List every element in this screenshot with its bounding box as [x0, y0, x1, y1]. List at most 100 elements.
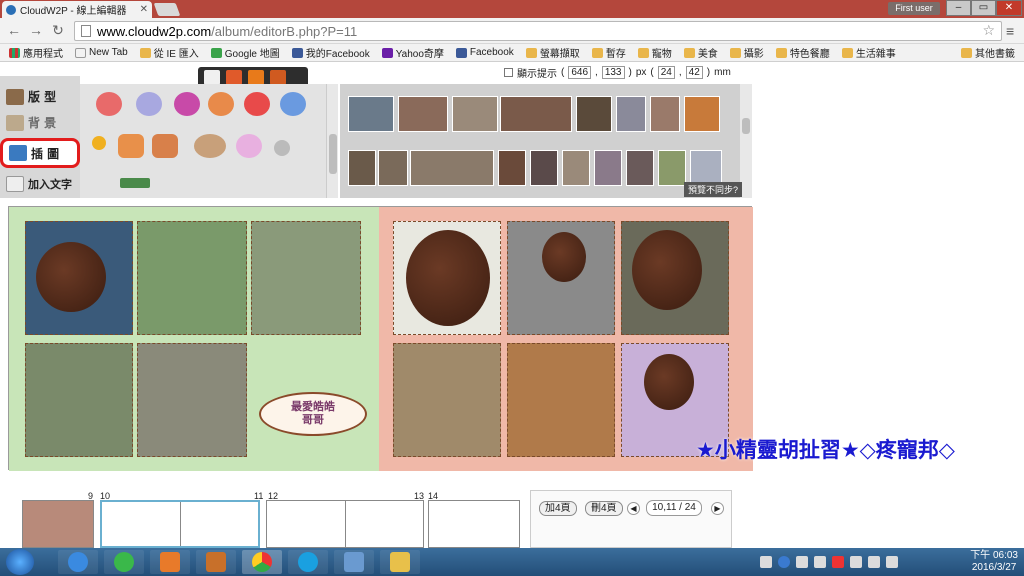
photo-thumbnail[interactable] — [594, 150, 622, 186]
new-tab-button[interactable] — [153, 3, 181, 16]
photo-thumbnail[interactable] — [626, 150, 654, 186]
size-w-field[interactable]: 24 — [657, 66, 675, 79]
sticker-icon[interactable] — [274, 140, 290, 156]
bookmark-item[interactable]: Facebook — [451, 47, 519, 58]
sticker-icon[interactable] — [280, 92, 306, 116]
menu-layout[interactable]: 版 型 — [6, 88, 56, 105]
photo-slot[interactable] — [507, 343, 615, 457]
taskbar-app[interactable] — [288, 550, 328, 574]
profile-button[interactable]: First user — [888, 2, 940, 15]
tray-icon[interactable] — [832, 556, 844, 568]
photo-slot[interactable] — [137, 343, 247, 457]
photo-slot[interactable] — [621, 221, 729, 335]
prev-page-icon[interactable]: ◀ — [627, 502, 640, 515]
bookmark-item[interactable]: 應用程式 — [4, 45, 68, 60]
sticker-icon[interactable] — [96, 92, 122, 116]
photo-thumbnail[interactable] — [398, 96, 448, 132]
sticker-icon[interactable] — [244, 92, 270, 116]
delete-pages-button[interactable]: 刪4頁 — [585, 501, 623, 516]
taskbar-app[interactable] — [58, 550, 98, 574]
bookmark-item[interactable]: New Tab — [70, 47, 133, 58]
taskbar-app[interactable] — [104, 550, 144, 574]
photo-thumbnail[interactable] — [576, 96, 612, 132]
taskbar-clock[interactable]: 下午 06:03 2016/3/27 — [970, 550, 1018, 574]
image-icon[interactable] — [270, 69, 286, 85]
size-h-field[interactable]: 42 — [685, 66, 703, 79]
flag-icon[interactable] — [850, 556, 862, 568]
page-thumbnail-current[interactable] — [100, 500, 260, 548]
sticker-icon[interactable] — [194, 134, 226, 158]
page-thumbnail[interactable] — [266, 500, 424, 548]
taskbar-app[interactable] — [334, 550, 374, 574]
photo-thumbnail[interactable] — [410, 150, 494, 186]
photo-slot[interactable] — [25, 343, 133, 457]
maximize-button[interactable]: ▭ — [971, 0, 996, 16]
menu-add-text[interactable]: 加入文字 — [6, 176, 72, 192]
page-icon[interactable] — [248, 69, 264, 85]
page-thumbnail[interactable] — [22, 500, 94, 548]
album-page-right[interactable] — [379, 207, 753, 471]
page-thumbnail[interactable] — [428, 500, 520, 548]
start-button[interactable] — [6, 549, 34, 575]
next-page-icon[interactable]: ▶ — [711, 502, 724, 515]
browser-tab[interactable]: CloudW2P - 線上編輯器 ✕ — [2, 1, 152, 18]
settings-gear-icon[interactable] — [204, 69, 220, 85]
photo-slot[interactable] — [25, 221, 133, 335]
sync-note[interactable]: 預覽不同步? — [684, 182, 743, 197]
reload-icon[interactable]: ↻ — [50, 22, 66, 38]
tray-icon[interactable] — [814, 556, 826, 568]
photo-thumbnail[interactable] — [348, 96, 394, 132]
bookmark-star-icon[interactable]: ☆ — [982, 22, 995, 39]
bookmark-item[interactable]: 從 IE 匯入 — [135, 45, 204, 60]
photo-thumbnail[interactable] — [348, 150, 376, 186]
bookmark-item[interactable]: 寵物 — [633, 45, 677, 60]
photo-thumbnail[interactable] — [616, 96, 646, 132]
close-tab-icon[interactable]: ✕ — [140, 4, 148, 15]
page-selector[interactable]: 10,11 / 24 — [646, 500, 702, 516]
photo-thumbnail[interactable] — [658, 150, 686, 186]
bookmark-item[interactable]: Google 地圖 — [206, 45, 285, 60]
tray-icon[interactable] — [796, 556, 808, 568]
photo-slot[interactable] — [251, 221, 361, 335]
photo-thumbnail[interactable] — [562, 150, 590, 186]
taskbar-app[interactable] — [242, 550, 282, 574]
menu-icon[interactable]: ≡ — [1006, 23, 1014, 39]
add-pages-button[interactable]: 加4頁 — [539, 501, 577, 516]
back-arrow-icon[interactable]: ← — [6, 22, 22, 38]
bookmark-item[interactable]: 美食 — [679, 45, 723, 60]
photo-thumbnail[interactable] — [690, 150, 722, 186]
help-icon[interactable] — [778, 556, 790, 568]
bookmark-item[interactable]: 生活雜事 — [837, 45, 901, 60]
taskbar-app[interactable] — [196, 550, 236, 574]
photo-thumbnail[interactable] — [684, 96, 720, 132]
sticker-icon[interactable] — [208, 92, 234, 116]
other-bookmarks[interactable]: 其他書籤 — [956, 45, 1020, 60]
photo-scrollbar[interactable] — [740, 84, 752, 198]
minimize-button[interactable]: – — [946, 0, 971, 16]
sticker-icon[interactable] — [136, 92, 162, 116]
close-window-button[interactable]: ✕ — [996, 0, 1022, 16]
bookmark-item[interactable]: Yahoo奇摩 — [377, 45, 449, 60]
volume-icon[interactable] — [886, 556, 898, 568]
hint-checkbox[interactable] — [504, 68, 513, 77]
bookmark-item[interactable]: 暫存 — [587, 45, 631, 60]
sticker-icon[interactable] — [174, 92, 200, 116]
photo-thumbnail[interactable] — [452, 96, 498, 132]
coord-y-field[interactable]: 133 — [601, 66, 625, 79]
layers-icon[interactable] — [226, 69, 242, 85]
forward-arrow-icon[interactable]: → — [28, 22, 44, 38]
taskbar-app[interactable] — [380, 550, 420, 574]
sticker-icon[interactable] — [120, 178, 150, 188]
photo-thumbnail[interactable] — [378, 150, 408, 186]
sticker-icon[interactable] — [92, 136, 106, 150]
photo-thumbnail[interactable] — [530, 150, 558, 186]
bookmark-item[interactable]: 特色餐廳 — [771, 45, 835, 60]
photo-slot[interactable] — [393, 221, 501, 335]
photo-slot[interactable] — [393, 343, 501, 457]
bookmark-item[interactable]: 攝影 — [725, 45, 769, 60]
photo-thumbnail[interactable] — [650, 96, 680, 132]
sticker-icon[interactable] — [118, 134, 144, 158]
coord-x-field[interactable]: 646 — [568, 66, 592, 79]
network-icon[interactable] — [868, 556, 880, 568]
photo-slot[interactable] — [137, 221, 247, 335]
